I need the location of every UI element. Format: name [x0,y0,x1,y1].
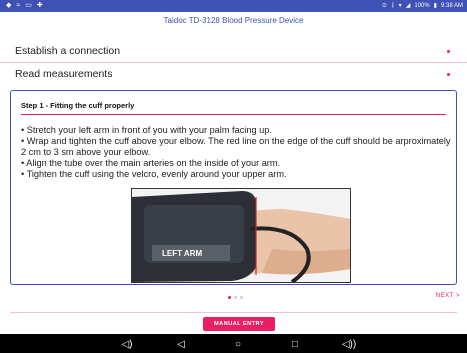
page-dot [234,296,237,299]
status-bar: ◆ ≈ ▭ ✚ ⊙ ᛒ ▾ ◢ 100% ▮ 9:38 AM [0,0,467,12]
status-dot-icon [447,73,450,76]
cuff-illustration-image: LEFT ARM [131,188,351,283]
home-icon[interactable]: ○ [231,337,245,351]
section-read-measurements[interactable]: Read measurements [0,63,467,85]
footer-divider [10,312,457,313]
app-title: Taidoc TD-3128 Blood Pressure Device [163,16,304,25]
page-dot [240,296,243,299]
page-indicator [228,296,243,299]
cuff-label-text: LEFT ARM [162,249,202,258]
recents-icon[interactable]: □ [288,337,302,351]
system-nav-bar: ◁) ◁ ○ □ ◁)) [0,334,467,353]
clock: 9:38 AM [440,3,463,9]
instruction-item: • Stretch your left arm in front of you … [21,125,272,135]
cuff-illustration-svg: LEFT ARM [132,189,350,282]
status-dot-icon [447,50,450,53]
location-icon: ⊙ [382,3,388,9]
signal-icon: ▾ [398,3,402,9]
status-right: ⊙ ᛒ ▾ ◢ 100% ▮ 9:38 AM [382,2,463,10]
back-icon[interactable]: ◁ [174,337,188,351]
app-icon: ◆ [6,2,12,9]
wifi-icon: ≈ [16,2,21,9]
status-left: ◆ ≈ ▭ ✚ [6,2,43,10]
signal-bars-icon: ◢ [405,3,411,9]
next-label: NEXT [435,293,454,299]
volume-up-icon[interactable]: ◁)) [342,337,356,351]
bluetooth-icon: ᛒ [391,3,395,9]
manual-entry-button[interactable]: MANUAL ENTRY [203,317,275,331]
next-button[interactable]: NEXT > [436,293,460,299]
notification-icon: ✚ [36,2,43,9]
instruction-item: • Tighten the cuff using the velcro, eve… [21,169,287,179]
page-dot-active [228,296,231,299]
battery-text: 100% [414,3,430,9]
chevron-right-icon: > [455,293,460,299]
instruction-item: • Wrap and tighten the cuff above your e… [21,136,451,157]
instruction-item: • Align the tube over the main arteries … [21,158,281,168]
instruction-list: • Stretch your left arm in front of you … [21,125,451,180]
step-card: Step 1 - Fitting the cuff properly • Str… [10,90,457,285]
step-title: Step 1 - Fitting the cuff properly [21,101,135,110]
battery-icon: ▮ [433,3,437,9]
step-divider [21,114,446,115]
section-label: Read measurements [15,68,113,80]
volume-down-icon[interactable]: ◁) [120,337,134,351]
section-label: Establish a connection [15,45,121,57]
section-establish-connection[interactable]: Establish a connection [0,40,467,63]
image-icon: ▭ [25,2,32,9]
